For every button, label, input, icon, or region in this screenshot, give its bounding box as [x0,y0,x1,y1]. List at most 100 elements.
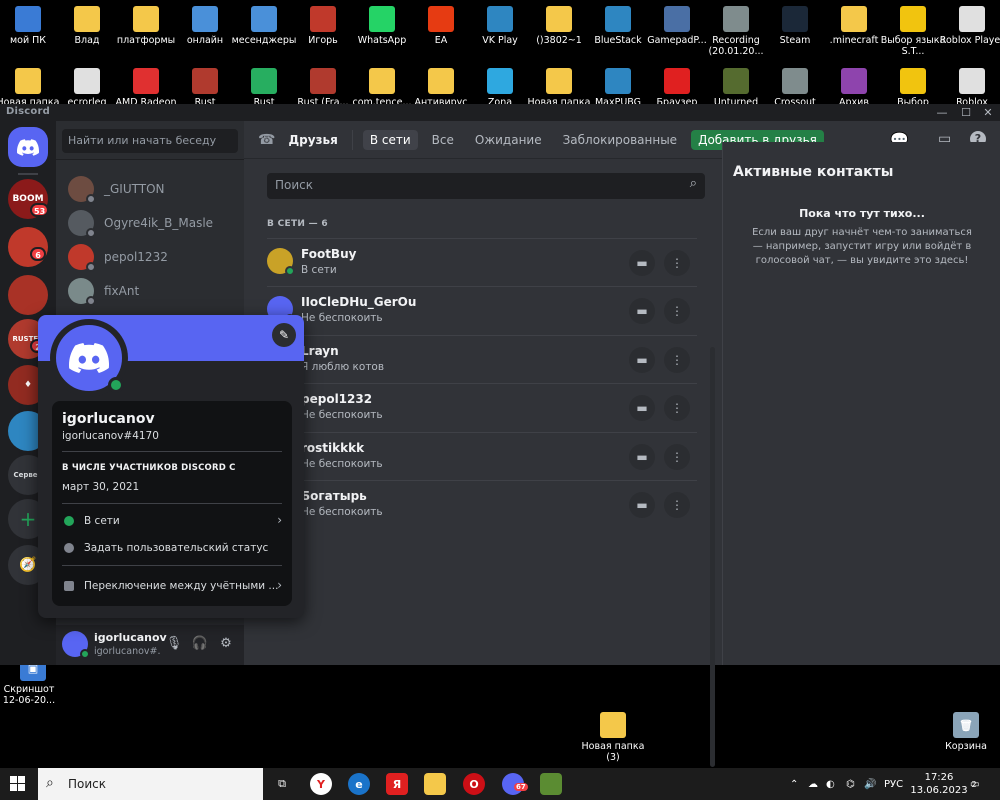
tab-all[interactable]: Все [425,130,461,150]
desktop-icon[interactable]: Roblox Player [939,6,1000,46]
volume-icon[interactable]: 🔊 [864,768,876,800]
avatar[interactable] [62,631,90,659]
desktop-icon[interactable]: Браузер [644,68,710,108]
desktop-icon[interactable]: Архив [821,68,887,108]
desktop-icon[interactable]: Выбор языка S.T... [880,6,946,57]
desktop-icon[interactable]: VK Play [467,6,533,46]
home-button[interactable] [8,127,48,167]
dm-list-item[interactable]: fixAnt [64,275,236,307]
friend-row[interactable]: Lrayn Я люблю котов ▬ ⋮ [267,334,697,383]
friends-search-input[interactable]: Поиск ⌕ [267,173,705,199]
desktop-icon[interactable]: Выбор [880,68,946,108]
friend-row[interactable]: IIoCleDHu_GerOu Не беспокоить ▬ ⋮ [267,286,697,334]
desktop-icon[interactable]: Rust [231,68,297,108]
desktop-icon[interactable]: ecrorleg [54,68,120,108]
more-options-icon[interactable]: ⋮ [664,250,690,276]
edit-profile-pencil-icon[interactable]: ✎ [272,323,296,347]
custom-status-option[interactable]: Задать пользовательский статус [62,540,284,560]
more-options-icon[interactable]: ⋮ [664,395,690,422]
desktop-icon[interactable]: ()3802~1 [526,6,592,46]
clock-time: 17:26 [924,772,954,783]
scrollbar[interactable] [710,347,715,767]
minimize-button[interactable]: — [930,105,954,120]
headphones-icon[interactable]: 🎧 [190,634,210,654]
desktop-icon[interactable]: Steam [762,6,828,46]
desktop-icon[interactable]: платформы [113,6,179,46]
minecraft-icon[interactable] [540,773,562,795]
message-icon[interactable]: ▬ [629,395,655,422]
desktop-icon-new-folder-3[interactable]: Новая папка (3) [580,712,646,763]
friend-row[interactable]: rostikkkk Не беспокоить ▬ ⋮ [267,431,697,480]
more-options-icon[interactable]: ⋮ [664,346,690,373]
desktop-icon[interactable]: GamepadP... [644,6,710,46]
desktop-icon[interactable]: Игорь [290,6,356,46]
yandex-browser-icon[interactable]: Y [310,773,332,795]
desktop-icon[interactable]: Влад [54,6,120,46]
yandex-icon[interactable]: Я [386,773,408,795]
edge-icon[interactable]: e [348,773,370,795]
app-icon [74,68,100,94]
discord-taskbar-icon[interactable]: 67 [502,773,528,795]
desktop-icon[interactable]: Новая папка [0,68,61,108]
desktop-icon[interactable]: онлайн [172,6,238,46]
opera-icon[interactable]: O [463,773,485,795]
desktop-icon[interactable]: MaxPUBG [585,68,651,108]
desktop-icon[interactable]: мой ПК [0,6,61,46]
dm-list-item[interactable]: _GIUTTON [64,173,236,205]
close-button[interactable]: ✕ [976,105,1000,120]
profile-avatar[interactable] [50,319,128,397]
clock[interactable]: 17:26 13.06.2023 [910,768,967,800]
taskbar-search-input[interactable]: ⌕ Поиск [38,768,263,800]
file-explorer-icon[interactable] [424,773,446,795]
task-view-icon[interactable]: ⧉ [271,773,293,795]
windows-start-icon[interactable] [10,776,26,792]
switch-accounts-option[interactable]: Переключение между учётными ... › [62,578,284,598]
desktop-icon[interactable]: EA [408,6,474,46]
desktop-icon[interactable]: Антивирус [408,68,474,108]
message-icon[interactable]: ▬ [629,298,655,325]
input-language[interactable]: РУС [884,768,903,800]
more-options-icon[interactable]: ⋮ [664,492,690,518]
friend-row[interactable]: Богатырь Не беспокоить ▬ ⋮ [267,480,697,528]
desktop-icon[interactable]: Zona [467,68,533,108]
message-icon[interactable]: ▬ [629,250,655,276]
dm-list-item[interactable]: Ogyre4ik_B_Masle [64,207,236,239]
desktop-icon[interactable]: Recording (20.01.20... [703,6,769,57]
desktop-icon[interactable]: Новая папка [526,68,592,108]
more-options-icon[interactable]: ⋮ [664,443,690,470]
desktop-icon[interactable]: Crossout [762,68,828,108]
desktop-icon[interactable]: AMD Radeon [113,68,179,108]
message-icon[interactable]: ▬ [629,346,655,373]
tab-pending[interactable]: Ожидание [468,130,549,150]
desktop-icon[interactable]: месенджеры [231,6,297,46]
more-options-icon[interactable]: ⋮ [664,298,690,325]
tray-app-icon[interactable]: ◐ [826,768,835,800]
desktop-icon[interactable]: Roblox [939,68,1000,108]
message-icon[interactable]: ▬ [629,492,655,518]
tab-online[interactable]: В сети [362,129,418,150]
tab-blocked[interactable]: Заблокированные [556,130,684,150]
desktop-icon[interactable]: Rust (Fra... [290,68,356,108]
onedrive-icon[interactable]: ☁ [808,768,818,800]
maximize-button[interactable]: ☐ [954,105,978,120]
desktop-icon[interactable]: .minecraft [821,6,887,46]
settings-gear-icon[interactable]: ⚙ [216,634,236,654]
status-option[interactable]: В сети › [62,513,284,533]
divider [62,565,282,566]
friend-row[interactable]: FootBuy В сети ▬ ⋮ [267,238,697,286]
server-red-2[interactable] [8,275,48,315]
desktop-icon[interactable]: BlueStack [585,6,651,46]
notifications-icon[interactable]: ▭ 2 [970,768,979,800]
desktop-icon[interactable]: WhatsApp [349,6,415,46]
microphone-icon[interactable]: 🎙 [164,634,184,654]
message-icon[interactable]: ▬ [629,443,655,470]
dm-list-item[interactable]: pepol1232 [64,241,236,273]
desktop-icon-recycle-bin[interactable]: 🗑 Корзина [933,712,999,752]
desktop-icon[interactable]: Rust [172,68,238,108]
friend-row[interactable]: pepol1232 Не беспокоить ▬ ⋮ [267,383,697,431]
tray-chevron-icon[interactable]: ⌃ [790,768,798,800]
dm-search-input[interactable]: Найти или начать беседу [62,129,238,153]
network-icon[interactable]: ⌬ [846,768,855,800]
desktop-icon[interactable]: Unturned [703,68,769,108]
desktop-icon[interactable]: com.tence... [349,68,415,108]
